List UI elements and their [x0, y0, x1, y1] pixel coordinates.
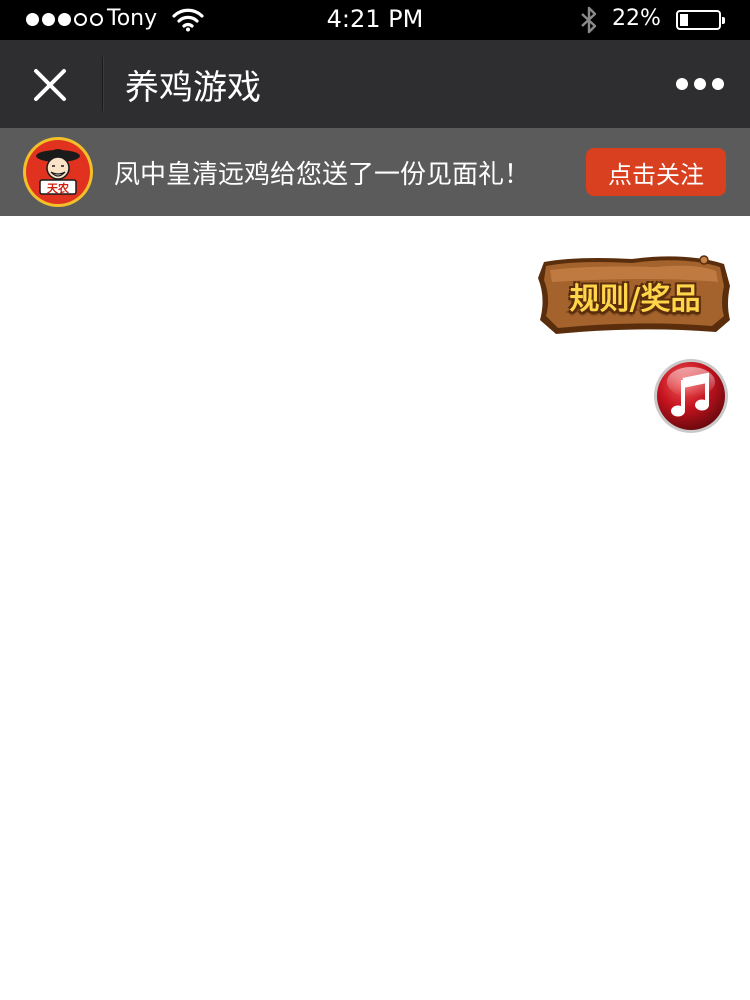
battery-icon [676, 10, 725, 30]
banner-message: 凤中皇清远鸡给您送了一份见面礼！ [114, 160, 531, 190]
rules-prizes-label: 规则/奖品 [569, 282, 701, 317]
status-bar: Tony 4:21 PM 22% [0, 0, 750, 40]
rules-prizes-button[interactable]: 规则/奖品 [536, 250, 732, 336]
bluetooth-icon [581, 6, 597, 34]
more-icon [676, 78, 688, 90]
more-button[interactable] [670, 68, 730, 100]
close-icon [34, 69, 66, 101]
farmer-logo-icon: 天农 [36, 149, 80, 195]
nav-divider [102, 57, 104, 111]
close-button[interactable] [22, 57, 78, 113]
brand-logo[interactable]: 天农 [23, 137, 93, 207]
music-note-icon [654, 359, 728, 433]
page-title: 养鸡游戏 [125, 68, 261, 108]
follow-banner: 天农 凤中皇清远鸡给您送了一份见面礼！ 点击关注 [0, 128, 750, 216]
battery-percent: 22% [612, 6, 661, 31]
nav-bar: 养鸡游戏 [0, 40, 750, 128]
music-toggle-button[interactable] [653, 358, 729, 434]
svg-text:天农: 天农 [47, 181, 69, 195]
follow-button[interactable]: 点击关注 [586, 148, 726, 196]
